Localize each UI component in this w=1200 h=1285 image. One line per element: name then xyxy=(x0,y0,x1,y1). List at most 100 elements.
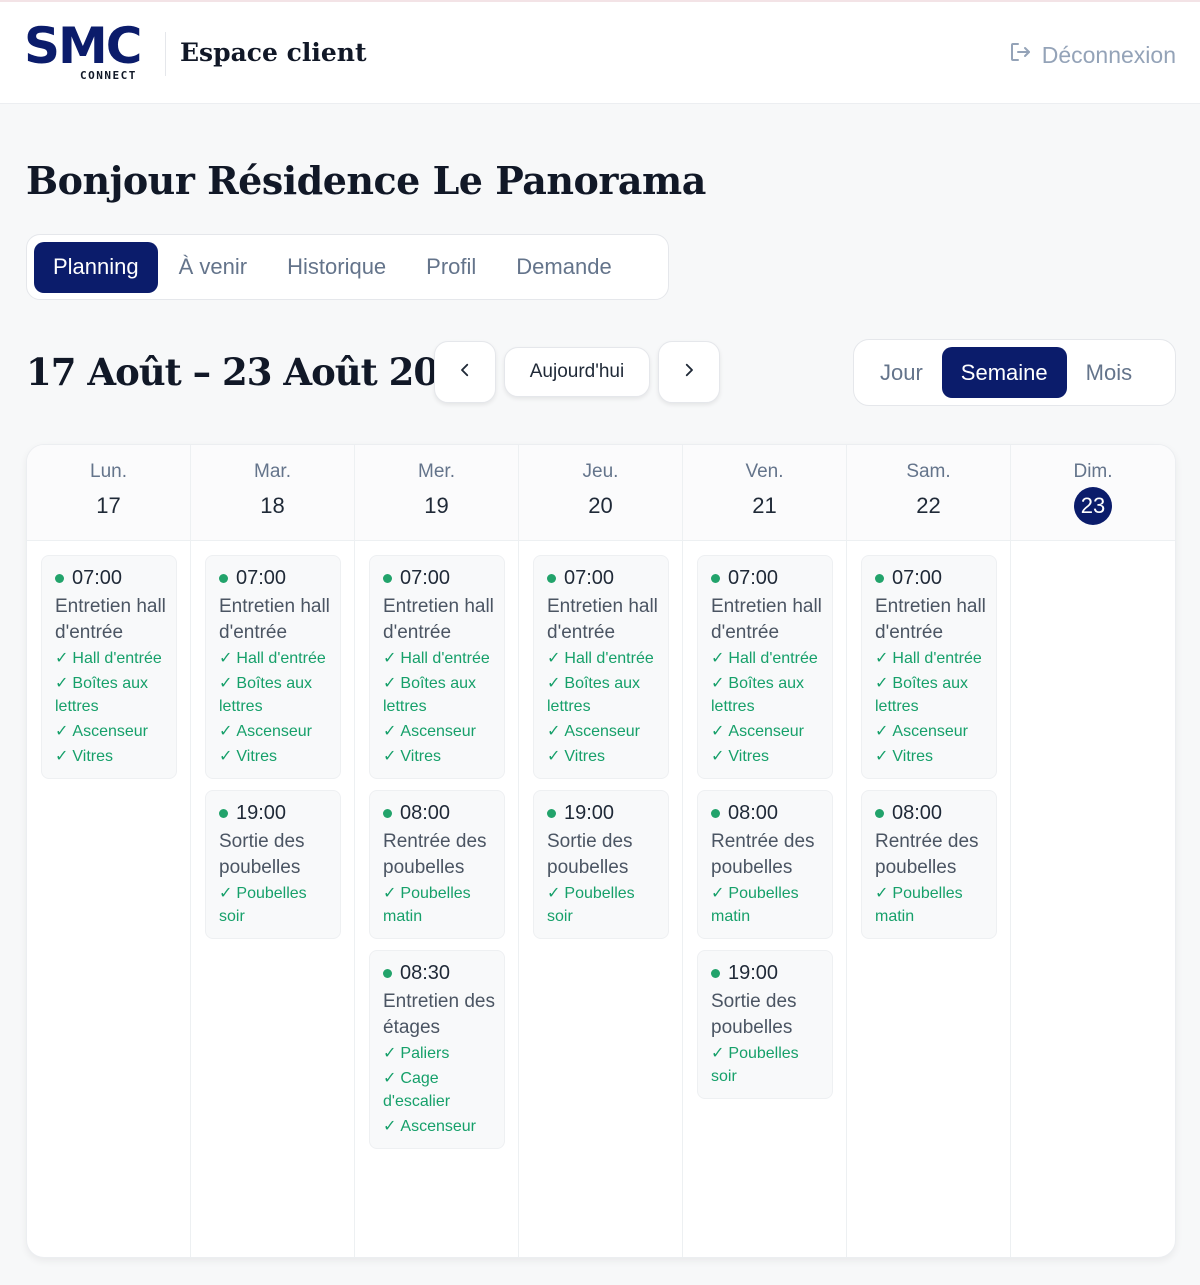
event-time-row: 19:00 xyxy=(547,801,660,825)
event-task: ✓ Vitres xyxy=(219,745,332,768)
event-card[interactable]: 08:00 Rentrée des poubelles ✓ Poubelles mat… xyxy=(861,790,997,939)
event-task: ✓ Poubelles matin xyxy=(875,882,988,928)
view-month-button[interactable]: Mois xyxy=(1067,347,1151,398)
event-card[interactable]: 07:00 Entretien hall d'entrée ✓ Hall d'entr… xyxy=(861,555,997,779)
tab-profil[interactable]: Profil xyxy=(407,242,495,293)
event-task: ✓ Poubelles matin xyxy=(711,882,824,928)
day-header[interactable]: Dim. 23 xyxy=(1011,445,1175,541)
event-card[interactable]: 07:00 Entretien hall d'entrée ✓ Hall d'entr… xyxy=(41,555,177,779)
view-week-button[interactable]: Semaine xyxy=(941,347,1067,398)
event-time-row: 19:00 xyxy=(219,801,332,825)
event-time: 19:00 xyxy=(728,961,779,984)
tab-historique[interactable]: Historique xyxy=(268,242,405,293)
task-label: Poubelles soir xyxy=(547,885,635,925)
event-task: ✓ Boîtes aux lettres xyxy=(383,672,496,718)
status-dot-icon xyxy=(547,573,556,583)
event-title: Entretien hall d'entrée xyxy=(547,596,658,643)
date-range-title: 17 Août – 23 Août 2026 xyxy=(26,350,489,394)
previous-week-button[interactable] xyxy=(434,341,496,403)
event-task: ✓ Ascenseur xyxy=(55,720,168,743)
event-task: ✓ Ascenseur xyxy=(383,720,496,743)
tab-demande[interactable]: Demande xyxy=(497,242,630,293)
task-label: Boîtes aux lettres xyxy=(711,675,805,715)
task-label: Boîtes aux lettres xyxy=(219,675,313,715)
check-icon: ✓ xyxy=(875,748,889,765)
smc-connect-logo[interactable]: SMC CONNECT xyxy=(24,17,156,86)
event-card[interactable]: 07:00 Entretien hall d'entrée ✓ Hall d'entr… xyxy=(205,555,341,779)
day-name: Sam. xyxy=(906,461,951,482)
event-task: ✓ Ascenseur xyxy=(547,720,660,743)
chevron-right-icon xyxy=(680,361,698,384)
day-column: Ven. 21 07:00 Entretien hall d'entrée ✓ Hall … xyxy=(683,445,847,1257)
status-dot-icon xyxy=(383,808,392,818)
day-header[interactable]: Mar. 18 xyxy=(191,445,354,541)
day-header[interactable]: Ven. 21 xyxy=(683,445,846,541)
tab-a-venir[interactable]: À venir xyxy=(160,242,266,293)
event-card[interactable]: 08:00 Rentrée des poubelles ✓ Poubelles mat… xyxy=(369,790,505,939)
check-icon: ✓ xyxy=(711,885,725,902)
today-button[interactable]: Aujourd'hui xyxy=(504,347,650,397)
event-title: Entretien des étages xyxy=(383,991,495,1038)
task-label: Boîtes aux lettres xyxy=(875,675,969,715)
tab-planning[interactable]: Planning xyxy=(34,241,158,293)
event-time-row: 08:00 xyxy=(711,801,824,825)
check-icon: ✓ xyxy=(55,675,69,692)
event-title: Entretien hall d'entrée xyxy=(219,596,330,643)
check-icon: ✓ xyxy=(547,885,561,902)
event-time-row: 07:00 xyxy=(219,566,332,590)
next-week-button[interactable] xyxy=(658,341,720,403)
task-label: Vitres xyxy=(72,748,114,765)
task-label: Vitres xyxy=(236,748,278,765)
event-task: ✓ Hall d'entrée xyxy=(219,647,332,670)
task-label: Boîtes aux lettres xyxy=(55,675,149,715)
day-number: 18 xyxy=(260,493,285,518)
event-card[interactable]: 07:00 Entretien hall d'entrée ✓ Hall d'entr… xyxy=(533,555,669,779)
day-number: 22 xyxy=(916,493,941,518)
event-card[interactable]: 08:00 Rentrée des poubelles ✓ Poubelles mat… xyxy=(697,790,833,939)
day-number: 21 xyxy=(752,493,777,518)
task-label: Paliers xyxy=(400,1045,450,1062)
check-icon: ✓ xyxy=(219,885,233,902)
event-time: 07:00 xyxy=(728,566,779,589)
check-icon: ✓ xyxy=(711,675,725,692)
day-column: Jeu. 20 07:00 Entretien hall d'entrée ✓ Hall … xyxy=(519,445,683,1257)
view-day-button[interactable]: Jour xyxy=(861,347,942,398)
event-card[interactable]: 07:00 Entretien hall d'entrée ✓ Hall d'entr… xyxy=(697,555,833,779)
event-title: Sortie des poubelles xyxy=(219,831,305,878)
task-label: Hall d'entrée xyxy=(400,650,490,667)
event-time-row: 07:00 xyxy=(547,566,660,590)
day-header[interactable]: Jeu. 20 xyxy=(519,445,682,541)
event-task: ✓ Poubelles soir xyxy=(219,882,332,928)
event-card[interactable]: 07:00 Entretien hall d'entrée ✓ Hall d'entr… xyxy=(369,555,505,779)
check-icon: ✓ xyxy=(711,748,725,765)
day-header[interactable]: Lun. 17 xyxy=(27,445,190,541)
day-events: 07:00 Entretien hall d'entrée ✓ Hall d'entr… xyxy=(683,541,846,1099)
status-dot-icon xyxy=(547,808,556,818)
task-label: Boîtes aux lettres xyxy=(383,675,477,715)
day-name: Mer. xyxy=(418,461,455,482)
day-events: 07:00 Entretien hall d'entrée ✓ Hall d'entr… xyxy=(519,541,682,939)
week-calendar: Lun. 17 07:00 Entretien hall d'entrée ✓ Hall … xyxy=(26,444,1176,1258)
day-name: Mar. xyxy=(254,461,291,482)
day-events xyxy=(1011,541,1175,555)
day-header[interactable]: Mer. 19 xyxy=(355,445,518,541)
check-icon: ✓ xyxy=(383,723,397,740)
event-card[interactable]: 08:30 Entretien des étages ✓ Paliers ✓ Cage d… xyxy=(369,950,505,1149)
task-label: Hall d'entrée xyxy=(236,650,326,667)
event-title: Sortie des poubelles xyxy=(711,991,797,1038)
status-dot-icon xyxy=(219,808,228,818)
event-task: ✓ Ascenseur xyxy=(711,720,824,743)
logout-button[interactable]: Déconnexion xyxy=(1008,40,1176,70)
check-icon: ✓ xyxy=(55,748,69,765)
event-title: Rentrée des poubelles xyxy=(711,831,815,878)
status-dot-icon xyxy=(711,968,720,978)
task-label: Ascenseur xyxy=(400,1118,476,1135)
status-dot-icon xyxy=(875,808,884,818)
day-header[interactable]: Sam. 22 xyxy=(847,445,1010,541)
event-card[interactable]: 19:00 Sortie des poubelles ✓ Poubelles soir xyxy=(697,950,833,1099)
event-card[interactable]: 19:00 Sortie des poubelles ✓ Poubelles soir xyxy=(533,790,669,939)
event-time: 19:00 xyxy=(564,801,615,824)
event-card[interactable]: 19:00 Sortie des poubelles ✓ Poubelles soir xyxy=(205,790,341,939)
day-events: 07:00 Entretien hall d'entrée ✓ Hall d'entr… xyxy=(847,541,1010,939)
day-number: 17 xyxy=(96,493,121,518)
